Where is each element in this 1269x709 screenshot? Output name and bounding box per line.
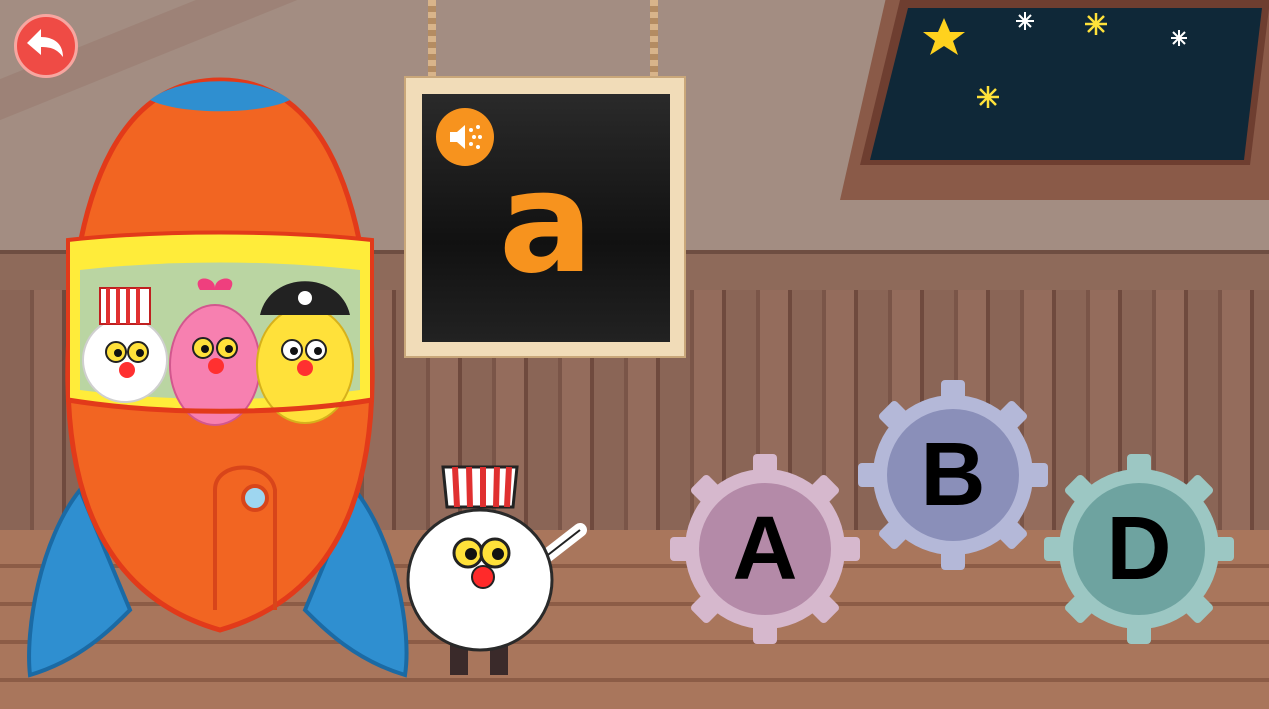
target-letter: a <box>498 142 594 305</box>
answer-label: A <box>732 498 798 599</box>
night-window <box>840 0 1269 200</box>
rocket <box>27 77 409 678</box>
waving-character <box>406 465 587 675</box>
rope <box>428 0 436 80</box>
chalkboard-surface: a <box>422 94 670 342</box>
sparkle-icon <box>977 86 999 108</box>
sparkle-icon <box>1171 30 1187 46</box>
sparkle-icon <box>1085 13 1107 35</box>
answer-gear-b[interactable]: B <box>856 378 1050 572</box>
chalkboard: a <box>404 76 686 358</box>
rope <box>650 0 658 80</box>
back-arrow-icon <box>27 29 63 57</box>
answer-label: B <box>920 424 986 525</box>
answer-gear-a[interactable]: A <box>668 452 862 646</box>
game-scene: a A B D <box>0 0 1269 709</box>
answer-gear-d[interactable]: D <box>1042 452 1236 646</box>
back-button[interactable] <box>14 14 78 78</box>
answer-label: D <box>1106 498 1172 599</box>
yellow-pirate-character <box>256 281 354 424</box>
